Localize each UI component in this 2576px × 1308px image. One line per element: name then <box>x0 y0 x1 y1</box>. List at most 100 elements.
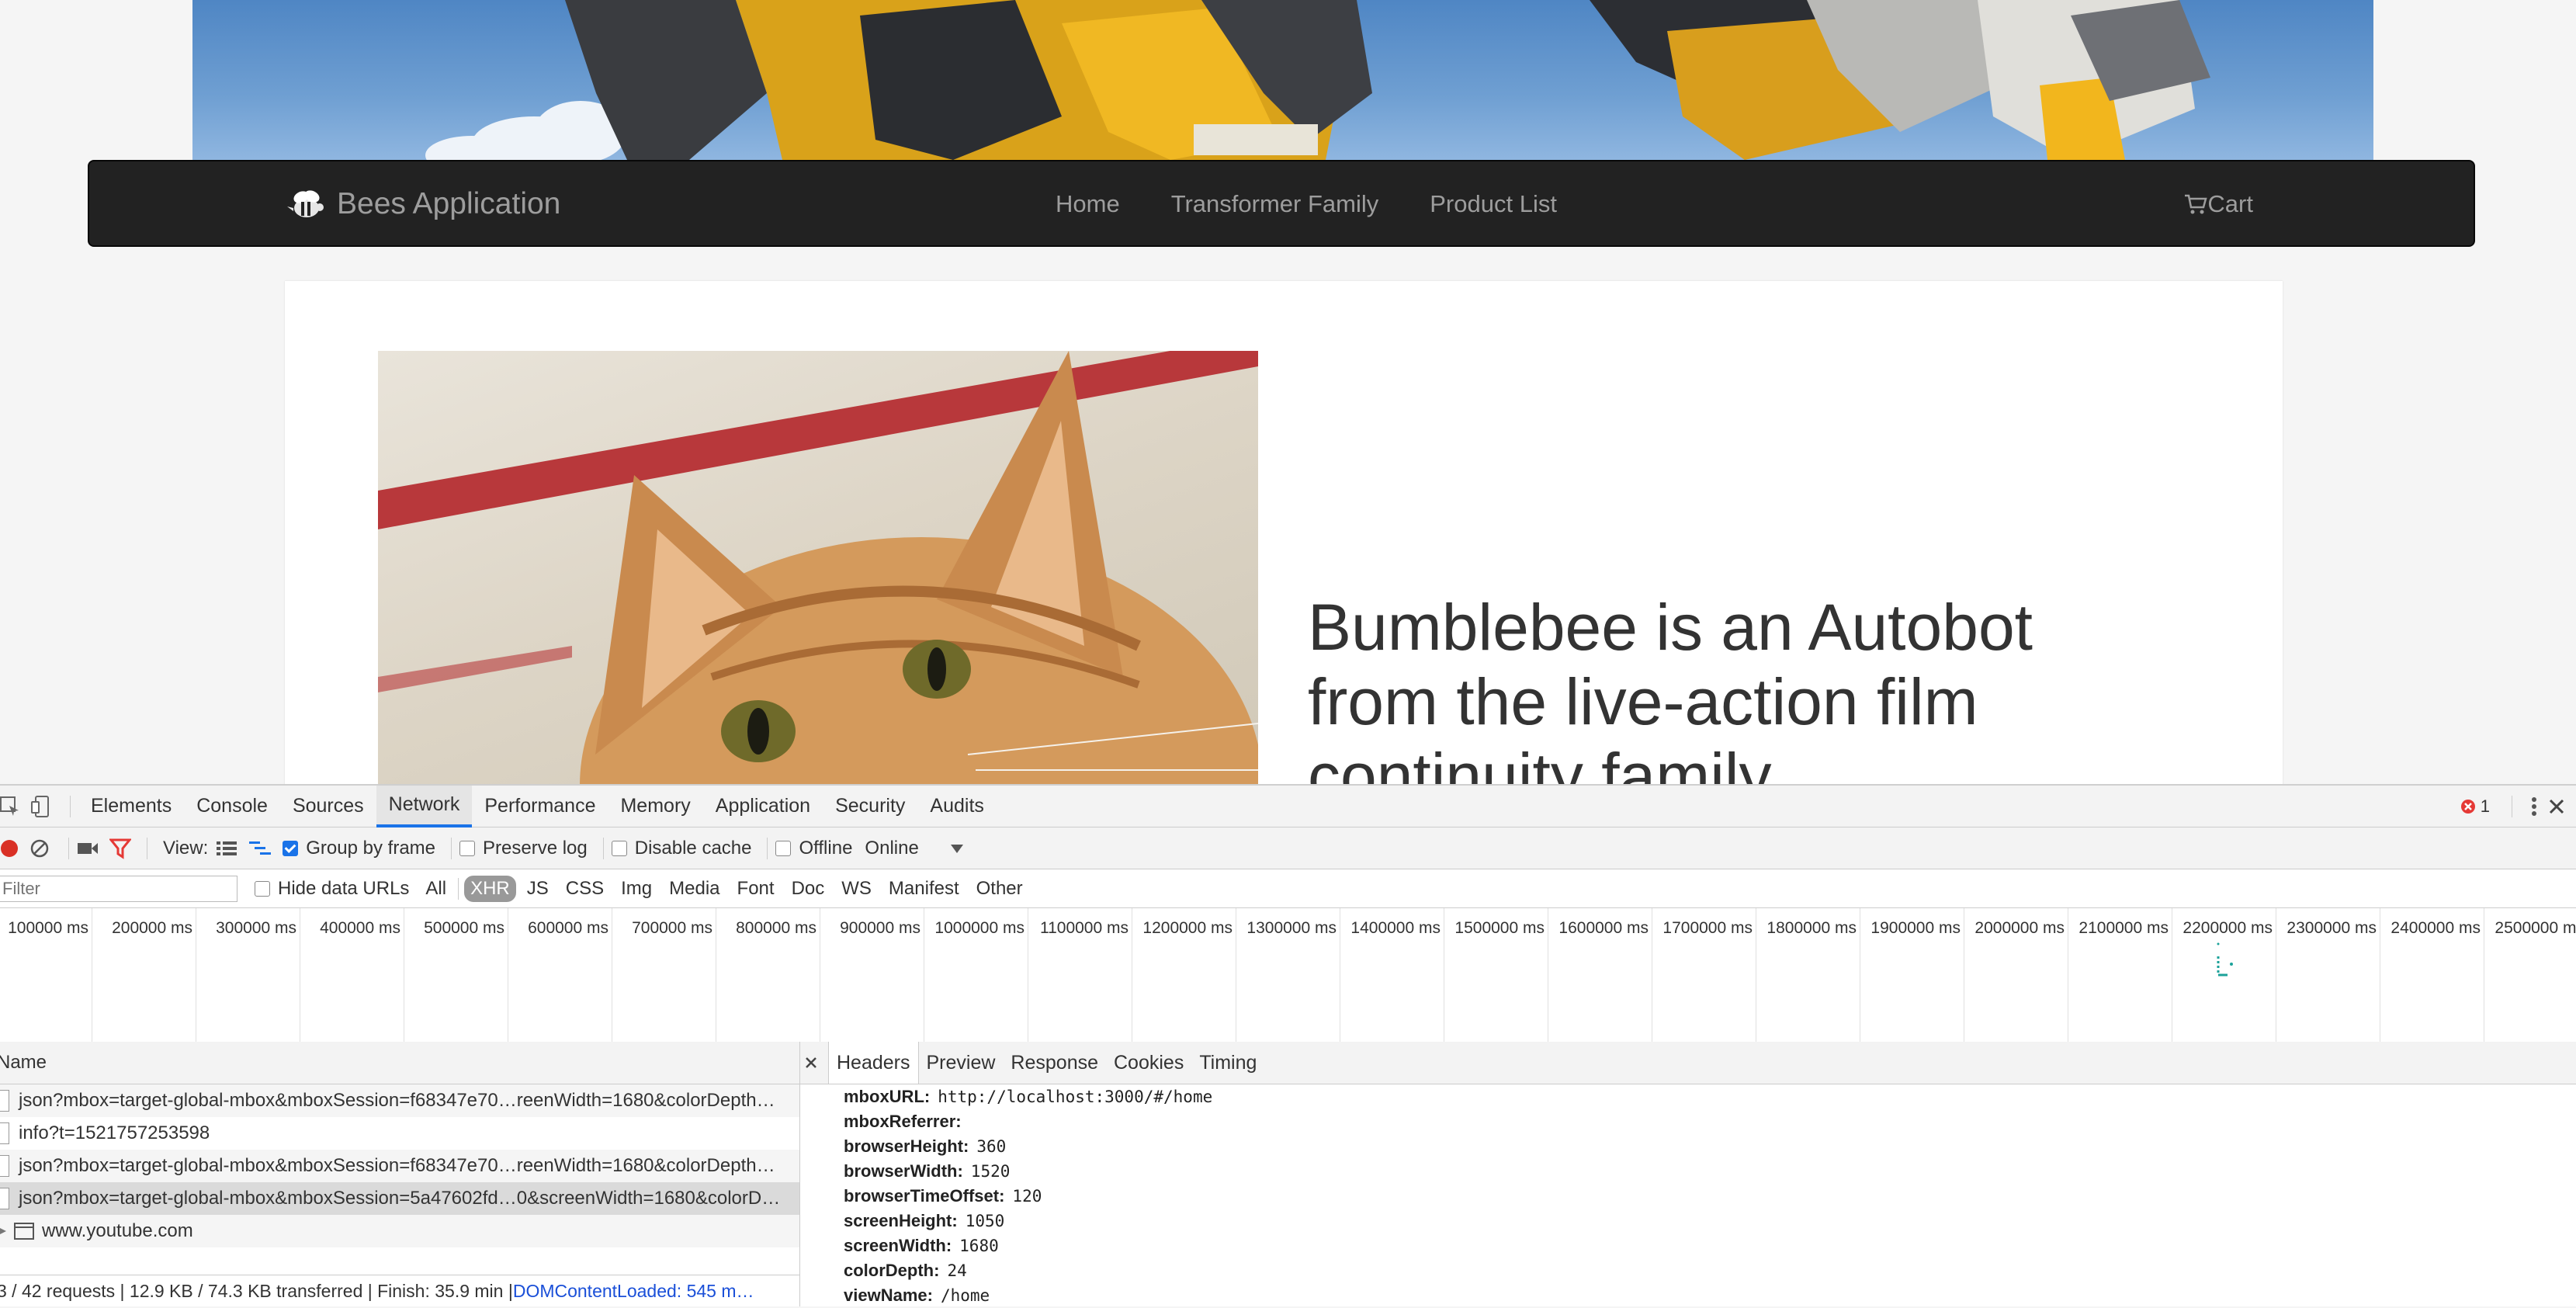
detail-tab-headers[interactable]: Headers <box>828 1042 919 1084</box>
param-row: screenWidth: 1680 <box>800 1233 2576 1258</box>
tab-performance[interactable]: Performance <box>472 786 608 827</box>
nav-cart-link[interactable]: Cart <box>2184 183 2253 225</box>
request-row[interactable]: json?mbox=target-global-mbox&mboxSession… <box>0 1084 799 1117</box>
timeline-tick-label: 800000 ms <box>736 919 816 937</box>
waterfall-overview-icon[interactable] <box>248 840 272 857</box>
param-row: browserHeight: 360 <box>800 1134 2576 1159</box>
filter-type-img[interactable]: Img <box>615 876 658 902</box>
timeline-tick-label: 1000000 ms <box>934 919 1025 937</box>
param-value: 360 <box>976 1137 1007 1156</box>
request-name: info?t=1521757253598 <box>19 1122 210 1143</box>
param-key: browserWidth: <box>844 1161 963 1181</box>
tab-sources[interactable]: Sources <box>280 786 376 827</box>
request-summary: 3 / 42 requests | 12.9 KB / 74.3 KB tran… <box>0 1280 513 1301</box>
param-key: screenWidth: <box>844 1236 952 1255</box>
filter-funnel-icon[interactable] <box>109 838 131 859</box>
timeline-tick-label: 600000 ms <box>528 919 608 937</box>
filter-type-media[interactable]: Media <box>663 876 726 902</box>
filter-type-js[interactable]: JS <box>521 876 555 902</box>
tab-elements[interactable]: Elements <box>78 786 184 827</box>
offline-label: Offline <box>799 837 853 859</box>
request-list: Name json?mbox=target-global-mbox&mboxSe… <box>0 1042 800 1306</box>
filter-type-ws[interactable]: WS <box>835 876 878 902</box>
param-value: 1050 <box>965 1212 1005 1230</box>
filter-type-doc[interactable]: Doc <box>785 876 831 902</box>
nav-link-product-list[interactable]: Product List <box>1430 190 1557 218</box>
timeline-tick-label: 1700000 ms <box>1662 919 1753 937</box>
network-overview-timeline[interactable]: 100000 ms 200000 ms 300000 ms 400000 ms 5000… <box>0 908 2576 1043</box>
nav-link-transformer-family[interactable]: Transformer Family <box>1171 190 1379 218</box>
web-page: Bees Application Home Transformer Family… <box>0 0 2576 784</box>
preserve-log-checkbox[interactable] <box>459 840 475 856</box>
timeline-tick-label: 1500000 ms <box>1454 919 1545 937</box>
filter-type-manifest[interactable]: Manifest <box>882 876 966 902</box>
product-heading: Bumblebee is an Autobot from the live-ac… <box>1308 591 2033 784</box>
offline-checkbox[interactable] <box>775 840 792 856</box>
filter-type-xhr[interactable]: XHR <box>464 875 516 902</box>
hide-data-urls-label: Hide data URLs <box>278 877 410 899</box>
brand-link[interactable]: Bees Application <box>286 183 560 225</box>
cart-label: Cart <box>2207 190 2253 217</box>
request-row-selected[interactable]: json?mbox=target-global-mbox&mboxSession… <box>0 1182 799 1215</box>
tab-console[interactable]: Console <box>184 786 280 827</box>
filter-type-css[interactable]: CSS <box>560 876 610 902</box>
large-rows-icon[interactable] <box>216 840 237 857</box>
param-value: http://localhost:3000/#/home <box>938 1088 1213 1106</box>
devtools-panel: Elements Console Sources Network Perform… <box>0 784 2576 1306</box>
tab-security[interactable]: Security <box>823 786 917 827</box>
inspect-element-icon[interactable] <box>0 796 20 817</box>
tab-memory[interactable]: Memory <box>608 786 702 827</box>
detail-tab-cookies[interactable]: Cookies <box>1106 1042 1191 1084</box>
filter-type-font[interactable]: Font <box>731 876 781 902</box>
nav-link-home[interactable]: Home <box>1056 190 1120 218</box>
request-rows: json?mbox=target-global-mbox&mboxSession… <box>0 1084 799 1247</box>
param-value: 1680 <box>959 1237 999 1255</box>
param-value: 1520 <box>970 1162 1011 1181</box>
device-toolbar-icon[interactable] <box>31 795 51 817</box>
name-column-header[interactable]: Name <box>0 1042 799 1084</box>
param-row: mboxURL: http://localhost:3000/#/home <box>800 1084 2576 1109</box>
frame-icon <box>14 1223 34 1240</box>
more-options-icon[interactable] <box>2531 796 2537 817</box>
timeline-tick-label: 2100000 ms <box>2078 919 2169 937</box>
network-toolbar: View: Group by frame Preserve log Disabl… <box>0 827 2576 869</box>
screenshot-camera-icon[interactable] <box>77 841 99 856</box>
param-key: viewName: <box>844 1285 933 1305</box>
group-by-frame-checkbox[interactable] <box>283 840 299 856</box>
record-icon[interactable] <box>0 839 19 858</box>
frame-group-row[interactable]: www.youtube.com <box>0 1215 799 1247</box>
clear-icon[interactable] <box>29 838 50 859</box>
detail-tab-response[interactable]: Response <box>1003 1042 1106 1084</box>
throttle-select[interactable]: Online <box>865 838 964 859</box>
tab-audits[interactable]: Audits <box>917 786 996 827</box>
preserve-log-label: Preserve log <box>483 837 588 859</box>
request-detail-pane: Headers Preview Response Cookies Timing … <box>800 1042 2576 1306</box>
close-devtools-icon[interactable] <box>2548 798 2565 815</box>
request-row[interactable]: info?t=1521757253598 <box>0 1117 799 1150</box>
hide-data-urls-checkbox[interactable] <box>255 880 270 897</box>
param-key: mboxReferrer: <box>844 1112 962 1131</box>
filter-input[interactable] <box>0 875 237 902</box>
error-counter[interactable]: 1 <box>2460 796 2490 817</box>
request-row[interactable]: json?mbox=target-global-mbox&mboxSession… <box>0 1150 799 1182</box>
request-name: json?mbox=target-global-mbox&mboxSession… <box>19 1090 775 1111</box>
close-detail-icon[interactable] <box>805 1056 817 1069</box>
query-params-list: mboxURL: http://localhost:3000/#/home mbo… <box>800 1084 2576 1308</box>
timeline-tick-label: 2400000 ms <box>2391 919 2481 937</box>
throttle-value: Online <box>865 837 919 859</box>
detail-tabbar: Headers Preview Response Cookies Timing <box>800 1042 2576 1084</box>
disable-cache-label: Disable cache <box>634 837 752 859</box>
detail-tab-timing[interactable]: Timing <box>1191 1042 1264 1084</box>
filter-type-all[interactable]: All <box>419 876 452 902</box>
tab-application[interactable]: Application <box>703 786 823 827</box>
disable-cache-checkbox[interactable] <box>611 840 627 856</box>
timeline-tick-label: 100000 ms <box>8 919 88 937</box>
detail-tab-preview[interactable]: Preview <box>919 1042 1004 1084</box>
param-key: colorDepth: <box>844 1261 940 1280</box>
param-row: viewName: /home <box>800 1283 2576 1308</box>
filter-type-other[interactable]: Other <box>970 876 1029 902</box>
network-filterbar: Hide data URLs All XHR JS CSS Img Media … <box>0 869 2576 908</box>
timeline-tick-label: 200000 ms <box>112 919 192 937</box>
cart-icon <box>2185 194 2208 214</box>
tab-network[interactable]: Network <box>376 785 473 827</box>
